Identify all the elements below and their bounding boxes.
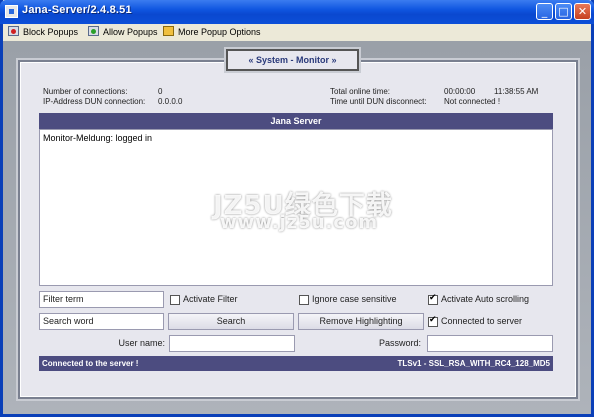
remove-highlighting-button[interactable]: Remove Highlighting	[298, 313, 424, 330]
popup-options-icon	[163, 26, 174, 36]
disconnect-label: Time until DUN disconnect:	[330, 97, 427, 106]
filter-term-input[interactable]: Filter term	[39, 291, 164, 308]
search-word-input[interactable]: Search word	[39, 313, 164, 330]
app-icon	[5, 5, 18, 18]
username-label: User name:	[118, 338, 165, 348]
password-input[interactable]	[427, 335, 553, 352]
status-bar: Connected to the server ! TLSv1 - SSL_RS…	[39, 356, 553, 371]
block-popups-label: Block Popups	[23, 27, 79, 37]
title-bar[interactable]: Jana-Server/2.4.8.51 _ □ ✕	[0, 0, 594, 24]
ssl-cipher: TLSv1 - SSL_RSA_WITH_RC4_128_MD5	[397, 359, 551, 368]
ignore-case-label: Ignore case sensitive	[312, 294, 397, 304]
allow-popups-button[interactable]: Allow Popups	[88, 25, 158, 40]
watermark-url: www.jz5u.com	[220, 212, 379, 233]
connections-value: 0	[158, 87, 163, 96]
app-window: Jana-Server/2.4.8.51 _ □ ✕ Block Popups …	[0, 0, 594, 417]
more-popup-options-button[interactable]: More Popup Options	[163, 25, 261, 40]
connected-to-server-label: Connected to server	[441, 316, 523, 326]
auto-scrolling-checkbox[interactable]	[428, 293, 438, 305]
maximize-button[interactable]: □	[555, 3, 572, 20]
tab-system-monitor[interactable]: « System - Monitor »	[224, 47, 361, 73]
minimize-button[interactable]: _	[536, 3, 553, 20]
block-popups-icon	[8, 26, 19, 36]
allow-popups-label: Allow Popups	[103, 27, 158, 37]
more-popup-options-label: More Popup Options	[178, 27, 261, 37]
window-title: Jana-Server/2.4.8.51	[22, 4, 132, 16]
ignore-case-checkbox[interactable]	[299, 295, 309, 305]
ip-label: IP-Address DUN connection:	[43, 97, 146, 106]
connections-label: Number of connections:	[43, 87, 128, 96]
activate-filter-checkbox[interactable]	[170, 295, 180, 305]
panel-header: Jana Server	[39, 113, 553, 129]
online-time-label: Total online time:	[330, 87, 391, 96]
clock-value: 11:38:55 AM	[494, 87, 539, 96]
log-line: Monitor-Meldung: logged in	[43, 133, 153, 143]
username-input[interactable]	[169, 335, 295, 352]
activate-filter-label: Activate Filter	[183, 294, 238, 304]
popup-toolbar: Block Popups Allow Popups More Popup Opt…	[3, 24, 591, 41]
block-popups-button[interactable]: Block Popups	[8, 25, 78, 40]
password-label: Password:	[378, 338, 421, 348]
ip-value: 0.0.0.0	[158, 97, 183, 106]
search-button[interactable]: Search	[168, 313, 294, 330]
allow-popups-icon	[88, 26, 99, 36]
online-time-value: 00:00:00	[444, 87, 476, 96]
disconnect-value: Not connected !	[444, 97, 501, 106]
auto-scrolling-label: Activate Auto scrolling	[441, 294, 530, 304]
connected-to-server-checkbox[interactable]	[428, 315, 438, 327]
status-message: Connected to the server !	[42, 359, 139, 368]
close-button[interactable]: ✕	[574, 3, 591, 20]
